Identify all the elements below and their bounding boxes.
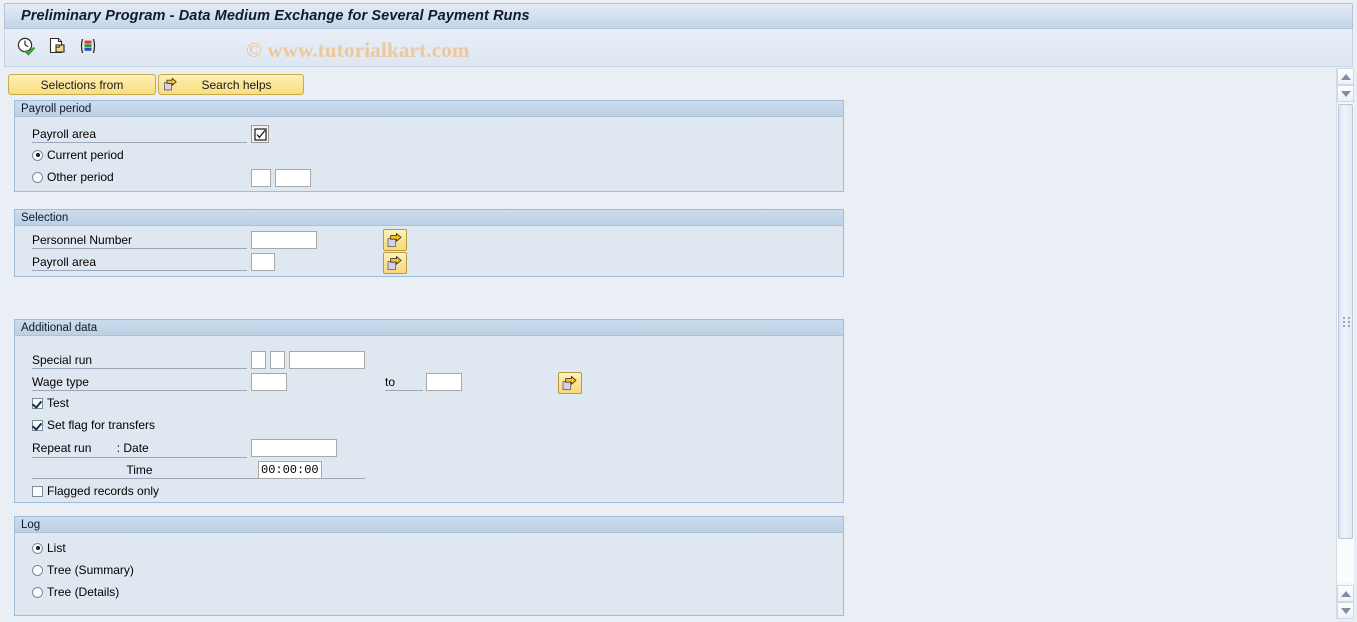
- checkbox-test-label: Test: [47, 396, 70, 410]
- checkbox-flagged-records-only[interactable]: Flagged records only: [32, 484, 159, 498]
- wage-type-from-input[interactable]: [251, 373, 287, 391]
- wage-type-to-label: to: [385, 375, 423, 391]
- selections-from-button[interactable]: Selections from: [8, 74, 156, 95]
- group-payroll-period-header: Payroll period: [15, 101, 843, 117]
- group-payroll-period-title: Payroll period: [21, 102, 92, 115]
- special-run-label: Special run: [32, 353, 247, 369]
- group-payroll-period: Payroll period Payroll area Current peri…: [14, 100, 844, 192]
- chevron-down-icon: [1340, 90, 1351, 97]
- repeat-run-label: Repeat run: [32, 441, 92, 455]
- scroll-up-button-bottom[interactable]: [1337, 585, 1354, 602]
- group-additional-data-body: Special run Wage type to Test Set flag f…: [15, 336, 843, 502]
- radio-log-tree-summary[interactable]: Tree (Summary): [32, 563, 134, 577]
- wage-type-label: Wage type: [32, 375, 247, 391]
- arrow-page-icon: [562, 375, 577, 390]
- selection-payroll-area-input[interactable]: [251, 253, 275, 271]
- scroll-down-button[interactable]: [1337, 602, 1354, 619]
- toolbar-icon-group: [15, 35, 99, 57]
- title-bar: Preliminary Program - Data Medium Exchan…: [4, 3, 1353, 29]
- checkbox-set-flag-for-transfers[interactable]: Set flag for transfers: [32, 418, 155, 432]
- radio-other-period[interactable]: Other period: [32, 170, 114, 184]
- radio-log-list[interactable]: List: [32, 541, 66, 555]
- radio-log-tree-summary-label: Tree (Summary): [47, 563, 134, 577]
- radio-log-tree-summary-dot: [32, 564, 43, 576]
- radio-log-tree-details-label: Tree (Details): [47, 585, 120, 599]
- toolbar: [4, 29, 1353, 67]
- repeat-run-date-input[interactable]: [251, 439, 337, 457]
- personnel-number-multiple-selection-button[interactable]: [383, 229, 407, 251]
- radio-current-period[interactable]: Current period: [32, 148, 124, 162]
- personnel-number-input[interactable]: [251, 231, 317, 249]
- chevron-up-icon: [1340, 73, 1351, 80]
- vertical-scrollbar[interactable]: [1336, 68, 1354, 619]
- group-selection-body: Personnel Number Payroll area: [15, 226, 843, 276]
- checkbox-set-flag-box: [32, 419, 43, 431]
- checkbox-check-icon: [253, 127, 267, 141]
- group-log-body: List Tree (Summary) Tree (Details): [15, 533, 843, 615]
- other-period-input-1[interactable]: [251, 169, 271, 187]
- group-selection: Selection Personnel Number Payroll area: [14, 209, 844, 277]
- wage-type-multiple-selection-button[interactable]: [558, 372, 582, 394]
- group-selection-title: Selection: [21, 211, 69, 224]
- copy-document-icon[interactable]: [46, 35, 68, 57]
- scrollbar-thumb[interactable]: [1338, 104, 1353, 539]
- payroll-area-multiple-selection-button[interactable]: [383, 252, 407, 274]
- scrollbar-grip-icon: [1343, 316, 1350, 327]
- special-run-input-1[interactable]: [251, 351, 266, 369]
- payroll-area-selection-button[interactable]: [251, 125, 269, 143]
- group-additional-data-header: Additional data: [15, 320, 843, 336]
- chevron-up-icon: [1340, 590, 1351, 597]
- scroll-up-button[interactable]: [1337, 68, 1354, 85]
- group-selection-header: Selection: [15, 210, 843, 226]
- page-title: Preliminary Program - Data Medium Exchan…: [21, 8, 530, 24]
- group-log-title: Log: [21, 518, 41, 531]
- selection-payroll-area-label: Payroll area: [32, 255, 247, 271]
- repeat-run-date-label: : Date: [116, 441, 149, 455]
- checkbox-flagged-records-box: [32, 485, 43, 497]
- radio-log-tree-details-dot: [32, 586, 43, 598]
- radio-log-list-label: List: [47, 541, 66, 555]
- checkbox-flagged-records-label: Flagged records only: [47, 484, 160, 498]
- sap-application-window: Preliminary Program - Data Medium Exchan…: [0, 0, 1357, 622]
- arrow-page-icon: [387, 232, 402, 247]
- radio-current-period-dot: [32, 149, 43, 161]
- search-helps-label: Search helps: [201, 77, 272, 92]
- radio-other-period-label: Other period: [47, 170, 114, 184]
- checkbox-set-flag-label: Set flag for transfers: [47, 418, 156, 432]
- checkbox-test[interactable]: Test: [32, 396, 69, 410]
- selection-screen-content: Selections from Search helps Payroll per…: [4, 68, 1324, 619]
- group-payroll-period-body: Payroll area Current period Other period: [15, 117, 843, 191]
- wage-type-to-input[interactable]: [426, 373, 462, 391]
- radio-log-tree-details[interactable]: Tree (Details): [32, 585, 119, 599]
- group-log-header: Log: [15, 517, 843, 533]
- special-run-input-2[interactable]: [270, 351, 285, 369]
- scroll-down-button-top[interactable]: [1337, 85, 1354, 102]
- group-additional-data: Additional data Special run Wage type to: [14, 319, 844, 503]
- checkbox-test-box: [32, 397, 43, 409]
- scrollbar-gutter: [1324, 68, 1336, 619]
- watermark-text: © www.tutorialkart.com: [246, 38, 470, 62]
- action-button-row: Selections from Search helps: [8, 74, 304, 95]
- color-bars-icon[interactable]: [77, 35, 99, 57]
- time-input[interactable]: [258, 461, 322, 479]
- radio-current-period-label: Current period: [47, 148, 124, 162]
- radio-log-list-dot: [32, 542, 43, 554]
- chevron-down-icon: [1340, 607, 1351, 614]
- repeat-run-label-row: Repeat run : Date: [32, 441, 247, 458]
- execute-clock-icon[interactable]: [15, 35, 37, 57]
- other-period-input-2[interactable]: [275, 169, 311, 187]
- search-helps-button[interactable]: Search helps: [158, 74, 304, 95]
- personnel-number-label: Personnel Number: [32, 233, 247, 249]
- group-log: Log List Tree (Summary) Tree (Details): [14, 516, 844, 616]
- group-additional-data-title: Additional data: [21, 321, 98, 334]
- selections-from-label: Selections from: [40, 77, 124, 92]
- special-run-input-3[interactable]: [289, 351, 365, 369]
- arrow-page-icon: [387, 255, 402, 270]
- arrow-page-icon: [163, 77, 178, 92]
- radio-other-period-dot: [32, 171, 43, 183]
- payroll-area-label: Payroll area: [32, 127, 247, 143]
